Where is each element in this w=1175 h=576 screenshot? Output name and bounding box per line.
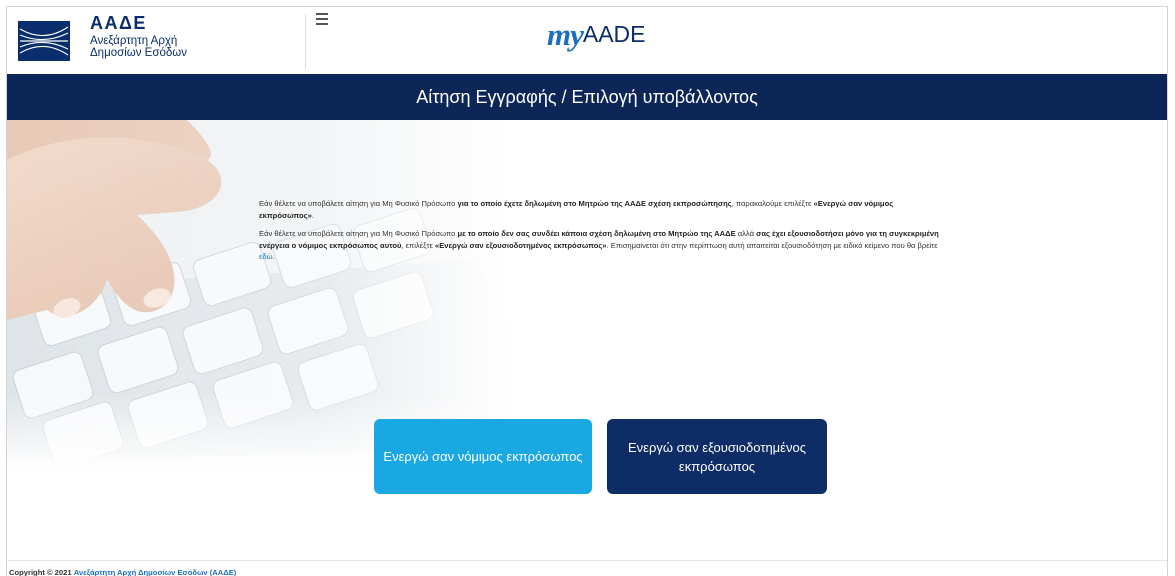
logo-subtitle-line2: Δημοσίων Εσόδων <box>90 47 187 59</box>
page-title: Αίτηση Εγγραφής / Επιλογή υποβάλλοντος <box>416 87 758 107</box>
myaade-brand[interactable]: myAADE <box>547 17 646 57</box>
info-text: Εάν θέλετε να υποβάλετε αίτηση για Μη Φυ… <box>259 198 949 270</box>
header-divider <box>305 15 306 69</box>
logo-subtitle-line1: Ανεξάρτητη Αρχή <box>90 35 178 47</box>
hamburger-menu-icon[interactable] <box>315 13 331 27</box>
hero-section: Εάν θέλετε να υποβάλετε αίτηση για Μη Φυ… <box>7 120 1167 560</box>
title-bar: Αίτηση Εγγραφής / Επιλογή υποβάλλοντος <box>7 74 1167 120</box>
aade-footer-link[interactable]: Ανεξάρτητη Αρχή Δημοσίων Εσόδων (ΑΑΔΕ) <box>74 568 237 576</box>
info-paragraph-authorized: Εάν θέλετε να υποβάλετε αίτηση για Μη Φυ… <box>259 229 939 261</box>
logo-acronym: ΑΑΔΕ <box>90 13 147 33</box>
legal-representative-button[interactable]: Ενεργώ σαν νόμιμος εκπρόσωπος <box>374 419 592 494</box>
authorized-representative-button[interactable]: Ενεργώ σαν εξουσιοδοτημένος εκπρόσωπος <box>607 419 827 494</box>
info-paragraph-legal: Εάν θέλετε να υποβάλετε αίτηση για Μη Φυ… <box>259 199 894 220</box>
site-footer: Copyright © 2021 Ανεξάρτητη Αρχή Δημοσίω… <box>7 560 1167 576</box>
copyright-text: Copyright © 2021 <box>9 568 74 576</box>
keyboard-hand-background-image <box>7 120 567 560</box>
brand-aade: AADE <box>582 21 646 47</box>
authorization-document-link[interactable]: εδώ <box>259 252 273 261</box>
site-header: ΑΑΔΕ Ανεξάρτητη Αρχή Δημοσίων Εσόδων myA… <box>7 7 1167 73</box>
page-frame: ΑΑΔΕ Ανεξάρτητη Αρχή Δημοσίων Εσόδων myA… <box>6 6 1168 576</box>
brand-my: my <box>547 17 584 52</box>
aade-logo-icon <box>18 21 70 61</box>
aade-logo-link[interactable]: ΑΑΔΕ Ανεξάρτητη Αρχή Δημοσίων Εσόδων <box>17 13 217 67</box>
